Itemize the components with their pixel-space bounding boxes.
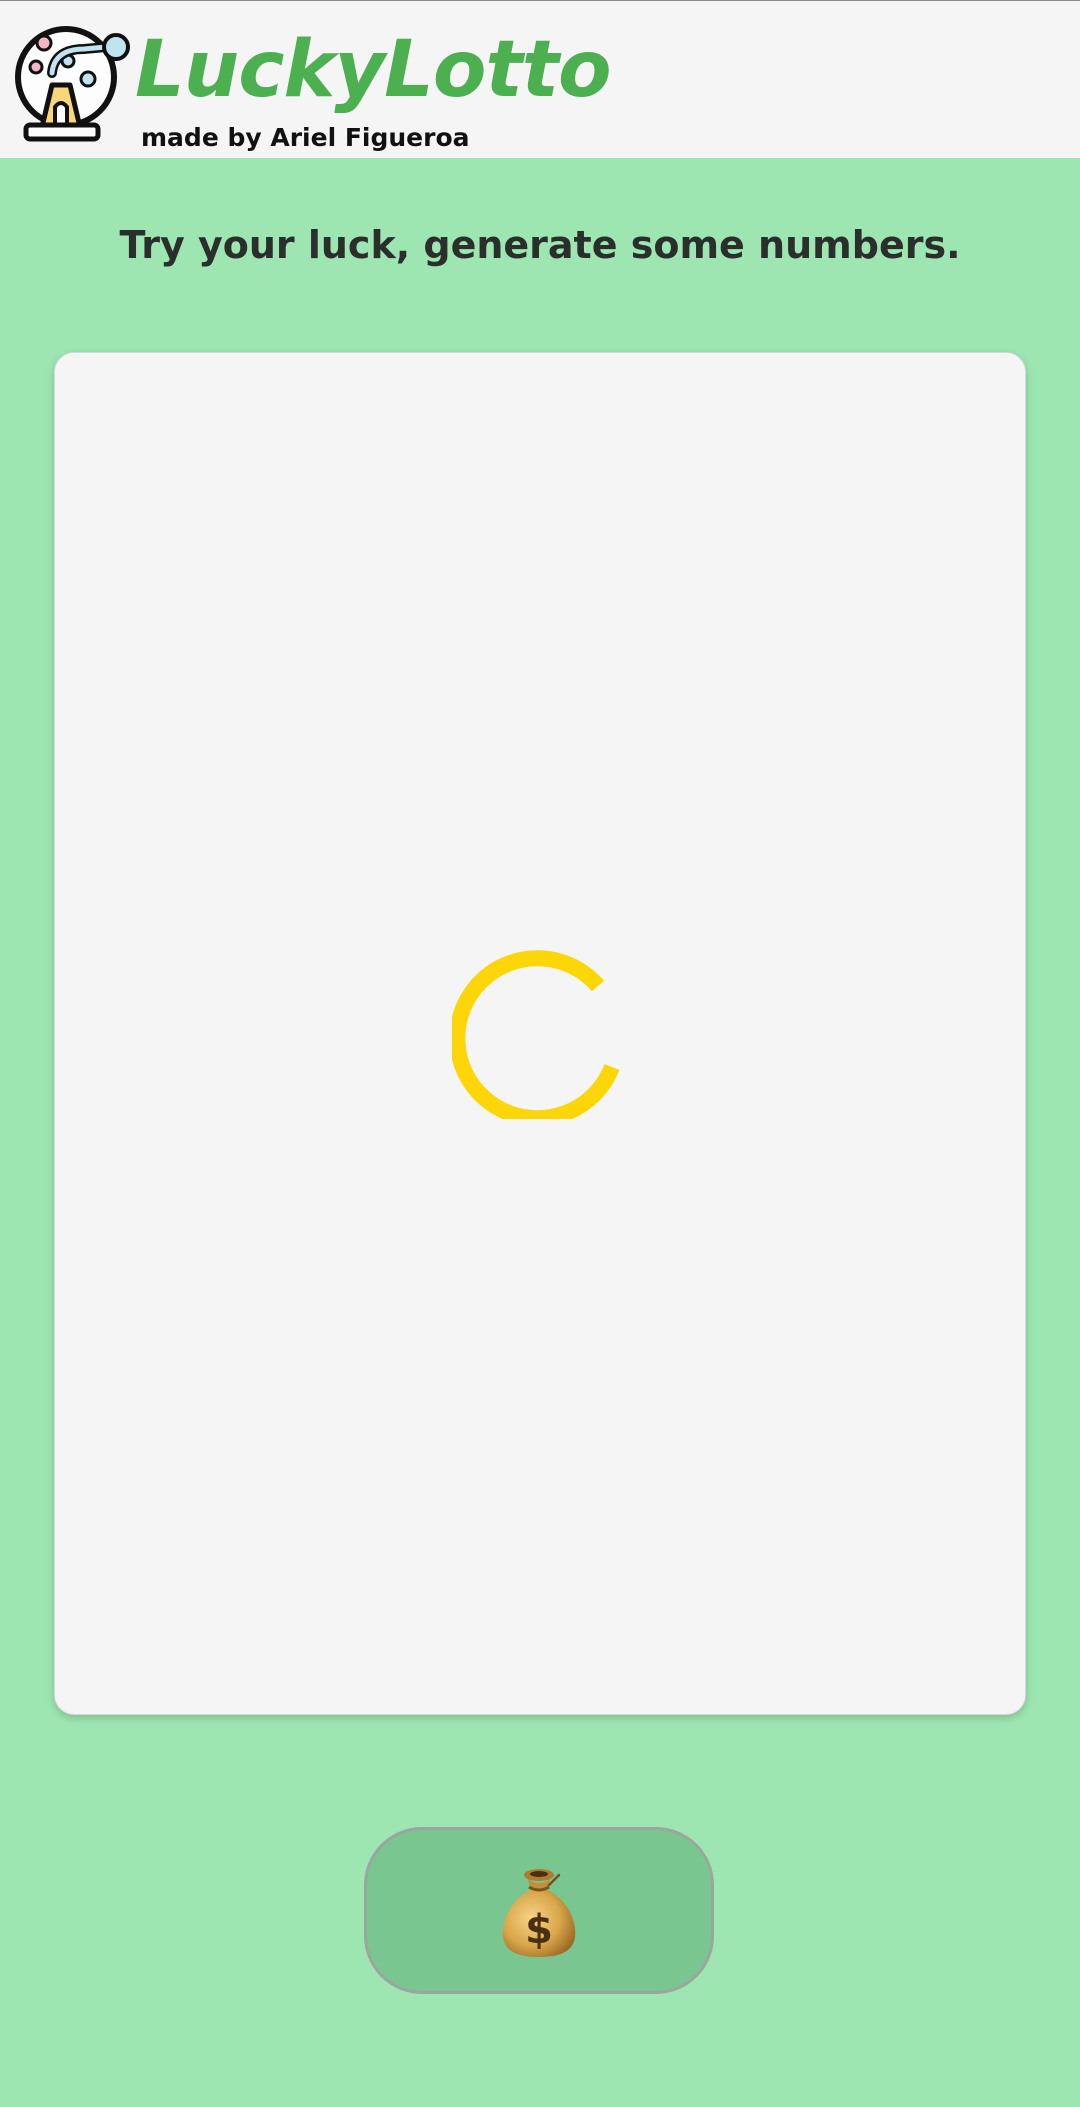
app-title: LuckyLotto — [135, 25, 612, 115]
lottery-machine-icon — [15, 26, 130, 142]
loading-spinner-icon — [452, 950, 620, 1119]
app-header: LuckyLotto made by Ariel Figueroa — [0, 0, 1080, 158]
numbers-card — [54, 352, 1026, 1715]
svg-text:$: $ — [525, 1907, 553, 1953]
generate-numbers-button[interactable]: $ — [364, 1827, 714, 1994]
money-bag-icon: $ — [502, 1868, 576, 1957]
app-subtitle: made by Ariel Figueroa — [141, 123, 470, 152]
page-headline: Try your luck, generate some numbers. — [119, 223, 961, 267]
